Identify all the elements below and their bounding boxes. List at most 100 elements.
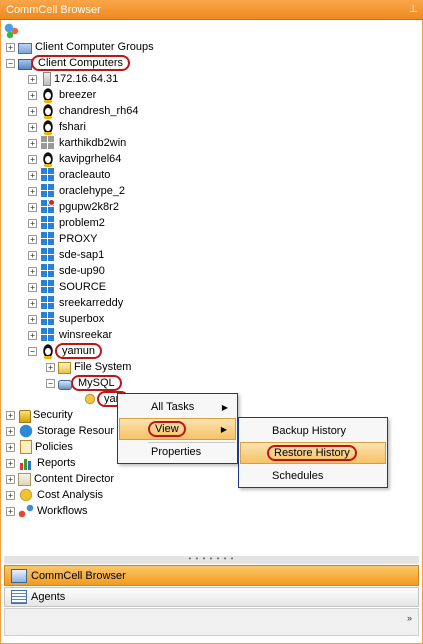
- expand-icon[interactable]: +: [28, 186, 37, 196]
- menu-item-label: Schedules: [272, 470, 324, 482]
- tree-item-content-director[interactable]: + Content Director: [6, 471, 114, 487]
- expand-icon[interactable]: +: [28, 138, 37, 148]
- expand-icon[interactable]: +: [28, 266, 37, 276]
- tree-item-client[interactable]: + 172.16.64.31: [28, 71, 118, 87]
- menu-item-properties[interactable]: Properties: [119, 441, 236, 463]
- tree-item-client[interactable]: + breezer: [28, 87, 96, 103]
- tree-item-label: Reports: [37, 457, 76, 469]
- tree-item-client[interactable]: + sreekarreddy: [28, 295, 123, 311]
- tree-item-client[interactable]: + oraclehype_2: [28, 183, 125, 199]
- expand-icon[interactable]: +: [28, 282, 37, 292]
- menu-item-restore-history[interactable]: Restore History: [240, 442, 386, 464]
- tree-item-client[interactable]: + SOURCE: [28, 279, 106, 295]
- tree-item-storage-resources[interactable]: + Storage Resour: [6, 423, 114, 439]
- windows-icon: [40, 311, 56, 327]
- menu-item-schedules[interactable]: Schedules: [240, 465, 386, 487]
- expand-icon[interactable]: +: [6, 410, 15, 420]
- tree-item-label: pgupw2k8r2: [59, 201, 119, 213]
- tree-item-agent-file-system[interactable]: + File System: [46, 359, 131, 375]
- expand-icon[interactable]: +: [6, 506, 15, 516]
- computers-icon: [18, 58, 32, 70]
- expand-icon[interactable]: +: [28, 74, 37, 84]
- panel-title: CommCell Browser: [6, 3, 101, 16]
- tree-item-client[interactable]: + superbox: [28, 311, 104, 327]
- tree-item-client[interactable]: + pgupw2k8r2: [28, 199, 119, 215]
- tree-item-label: oraclehype_2: [59, 185, 126, 197]
- tree-item-label: fshari: [59, 121, 86, 133]
- tree-item-client[interactable]: + fshari: [28, 119, 86, 135]
- tree-item-label: Policies: [35, 441, 73, 453]
- expand-icon[interactable]: +: [46, 362, 55, 372]
- tree-item-cost-analysis[interactable]: + Cost Analysis: [6, 487, 103, 503]
- tree-item-client[interactable]: + oracleauto: [28, 167, 110, 183]
- tree-item-label: 172.16.64.31: [54, 73, 119, 85]
- tree-item-client-computers[interactable]: − Client Computers: [6, 55, 130, 71]
- tree-item-label: sde-up90: [59, 265, 105, 277]
- collapse-icon[interactable]: −: [46, 378, 55, 388]
- menu-item-backup-history[interactable]: Backup History: [240, 420, 386, 442]
- agents-icon: [11, 590, 27, 604]
- expand-icon[interactable]: +: [6, 458, 15, 468]
- tree-item-client-computer-groups[interactable]: + Client Computer Groups: [6, 39, 154, 55]
- view-submenu: Backup History Restore History Schedules: [238, 417, 388, 488]
- tree-item-security[interactable]: + Security: [6, 407, 73, 423]
- expand-icon[interactable]: +: [28, 202, 37, 212]
- expand-icon[interactable]: +: [28, 170, 37, 180]
- expand-icon[interactable]: +: [6, 42, 15, 52]
- expand-icon[interactable]: +: [6, 426, 15, 436]
- windows-icon: [40, 247, 56, 263]
- windows-icon: [40, 327, 56, 343]
- tree-item-policies[interactable]: + Policies: [6, 439, 73, 455]
- menu-item-view[interactable]: View ▶: [119, 418, 236, 440]
- collapse-icon[interactable]: −: [28, 346, 37, 356]
- expand-icon[interactable]: +: [28, 298, 37, 308]
- nav-button-label: CommCell Browser: [31, 569, 126, 582]
- panel-splitter-grip[interactable]: • • • • • • •: [4, 555, 419, 564]
- expand-icon[interactable]: +: [28, 106, 37, 116]
- server-icon: [43, 72, 51, 86]
- submenu-arrow-icon: ▶: [221, 402, 228, 412]
- tree-item-client[interactable]: + winsreekar: [28, 327, 112, 343]
- expand-icon[interactable]: +: [28, 218, 37, 228]
- tree-item-client[interactable]: + problem2: [28, 215, 105, 231]
- tree-item-client[interactable]: + sde-up90: [28, 263, 105, 279]
- policies-icon: [20, 440, 32, 454]
- tree-item-label: Client Computers: [31, 55, 130, 71]
- collapse-icon[interactable]: −: [6, 58, 15, 68]
- tree-item-client[interactable]: + chandresh_rh64: [28, 103, 139, 119]
- expand-icon[interactable]: +: [6, 490, 15, 500]
- commcell-icon: [4, 23, 20, 39]
- nav-button-agents[interactable]: Agents: [4, 587, 419, 607]
- tree-item-client[interactable]: + karthikdb2win: [28, 135, 126, 151]
- expand-icon[interactable]: +: [6, 474, 15, 484]
- menu-item-all-tasks[interactable]: All Tasks ▶: [119, 396, 236, 418]
- tree-item-label: karthikdb2win: [59, 137, 127, 149]
- cost-icon: [18, 487, 34, 503]
- tree-item-client-yamun[interactable]: − yamun: [28, 343, 103, 359]
- submenu-arrow-icon: ▶: [220, 424, 227, 434]
- expand-icon[interactable]: +: [28, 234, 37, 244]
- expand-icon[interactable]: +: [28, 90, 37, 100]
- linux-icon: [40, 119, 56, 135]
- expand-icon[interactable]: +: [28, 154, 37, 164]
- expand-icon[interactable]: +: [28, 250, 37, 260]
- linux-icon: [40, 87, 56, 103]
- windows-icon: [40, 183, 56, 199]
- tree-item-workflows[interactable]: + Workflows: [6, 503, 88, 519]
- tree-item-client[interactable]: + sde-sap1: [28, 247, 104, 263]
- tree-item-agent-mysql[interactable]: − MySQL: [46, 375, 122, 391]
- tree-root[interactable]: [4, 23, 23, 39]
- tree-item-label: sreekarreddy: [59, 297, 124, 309]
- nav-button-commcell-browser[interactable]: CommCell Browser: [4, 565, 419, 586]
- expand-icon[interactable]: +: [6, 442, 15, 452]
- tree-item-reports[interactable]: + Reports: [6, 455, 76, 471]
- expand-icon[interactable]: +: [28, 330, 37, 340]
- tree-item-client[interactable]: + kavipgrhel64: [28, 151, 121, 167]
- windows-icon: [40, 199, 56, 215]
- tree-item-client[interactable]: + PROXY: [28, 231, 98, 247]
- expand-icon[interactable]: +: [28, 122, 37, 132]
- expand-icon[interactable]: +: [28, 314, 37, 324]
- overflow-chevron-icon[interactable]: »: [407, 613, 412, 623]
- pin-icon[interactable]: ⊥: [403, 4, 423, 15]
- filesystem-icon: [58, 362, 71, 374]
